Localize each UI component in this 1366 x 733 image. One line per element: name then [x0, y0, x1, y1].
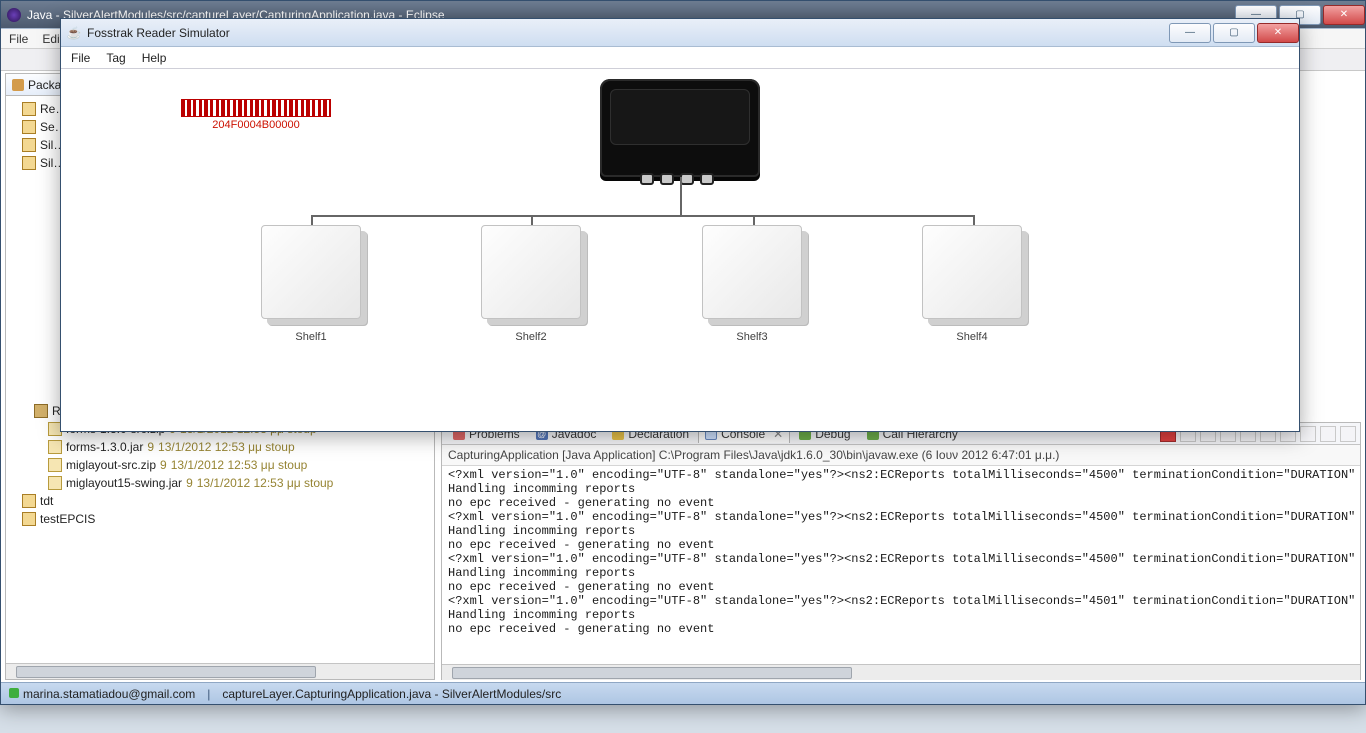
console-hscroll[interactable]	[442, 664, 1360, 680]
bottom-views-panel: Problems @Javadoc Declaration Console✕ D…	[441, 422, 1361, 680]
status-user: marina.stamatiadou@gmail.com	[23, 687, 195, 701]
simulator-title: Fosstrak Reader Simulator	[87, 26, 230, 40]
rfid-reader[interactable]	[600, 79, 760, 177]
project-icon	[22, 156, 36, 170]
simulator-titlebar[interactable]: ☕ Fosstrak Reader Simulator — ▢ ✕	[61, 19, 1299, 47]
reader-port-icon	[660, 173, 674, 185]
eclipse-statusbar: marina.stamatiadou@gmail.com | captureLa…	[1, 682, 1365, 704]
connector-line	[311, 215, 313, 225]
connector-line	[753, 215, 755, 225]
sim-minimize-button[interactable]: —	[1169, 23, 1211, 43]
connector-line	[973, 215, 975, 225]
tree-file-row[interactable]: forms-1.3.0.jar 9 13/1/2012 12:53 μμ sto…	[48, 438, 428, 456]
jar-icon	[48, 440, 62, 454]
presence-icon	[9, 688, 19, 698]
project-icon	[22, 512, 36, 526]
project-icon	[22, 102, 36, 116]
antenna-shelf1[interactable]: Shelf1	[256, 225, 366, 343]
rfid-tag[interactable]: 204F0004B00000	[181, 99, 331, 131]
reader-port-icon	[680, 173, 694, 185]
antenna-shelf4[interactable]: Shelf4	[917, 225, 1027, 343]
menu-file[interactable]: File	[9, 32, 28, 46]
sim-menu-file[interactable]: File	[71, 51, 90, 65]
tree-project-row[interactable]: tdt	[22, 492, 428, 510]
project-icon	[22, 494, 36, 508]
library-icon	[34, 404, 48, 418]
project-icon	[22, 138, 36, 152]
sim-maximize-button[interactable]: ▢	[1213, 23, 1255, 43]
rfid-tag-id: 204F0004B00000	[181, 119, 331, 131]
status-context-path: captureLayer.CapturingApplication.java -…	[222, 687, 561, 701]
antenna-shelf3[interactable]: Shelf3	[697, 225, 807, 343]
antenna-panel-icon	[261, 225, 361, 319]
eclipse-icon	[7, 8, 21, 22]
simulator-canvas[interactable]: 204F0004B00000 Shelf1 Shelf2 Shelf3 S	[61, 69, 1299, 429]
reader-port-icon	[700, 173, 714, 185]
antenna-panel-icon	[922, 225, 1022, 319]
project-icon	[22, 120, 36, 134]
antenna-panel-icon	[702, 225, 802, 319]
package-explorer-icon	[12, 79, 24, 91]
tree-project-row[interactable]: testEPCIS	[22, 510, 428, 528]
console-caption: CapturingApplication [Java Application] …	[442, 445, 1360, 466]
rfid-tag-icon	[181, 99, 331, 117]
antenna-shelf2[interactable]: Shelf2	[476, 225, 586, 343]
maximize-view-button[interactable]	[1340, 426, 1356, 442]
open-console-button[interactable]	[1300, 426, 1316, 442]
console-output[interactable]: <?xml version="1.0" encoding="UTF-8" sta…	[442, 466, 1360, 664]
tree-file-row[interactable]: miglayout-src.zip 9 13/1/2012 12:53 μμ s…	[48, 456, 428, 474]
reader-port-icon	[640, 173, 654, 185]
package-explorer-hscroll[interactable]	[6, 663, 434, 679]
jar-icon	[48, 476, 62, 490]
connector-line	[311, 215, 975, 217]
simulator-window: ☕ Fosstrak Reader Simulator — ▢ ✕ File T…	[60, 18, 1300, 432]
zip-icon	[48, 458, 62, 472]
java-icon: ☕	[67, 26, 81, 40]
sim-menu-tag[interactable]: Tag	[106, 51, 125, 65]
simulator-menubar[interactable]: File Tag Help	[61, 47, 1299, 69]
minimize-view-button[interactable]	[1320, 426, 1336, 442]
connector-line	[680, 177, 682, 215]
connector-line	[531, 215, 533, 225]
antenna-panel-icon	[481, 225, 581, 319]
eclipse-close-button[interactable]: ✕	[1323, 5, 1365, 25]
sim-close-button[interactable]: ✕	[1257, 23, 1299, 43]
tree-file-row[interactable]: miglayout15-swing.jar 9 13/1/2012 12:53 …	[48, 474, 428, 492]
sim-menu-help[interactable]: Help	[142, 51, 167, 65]
